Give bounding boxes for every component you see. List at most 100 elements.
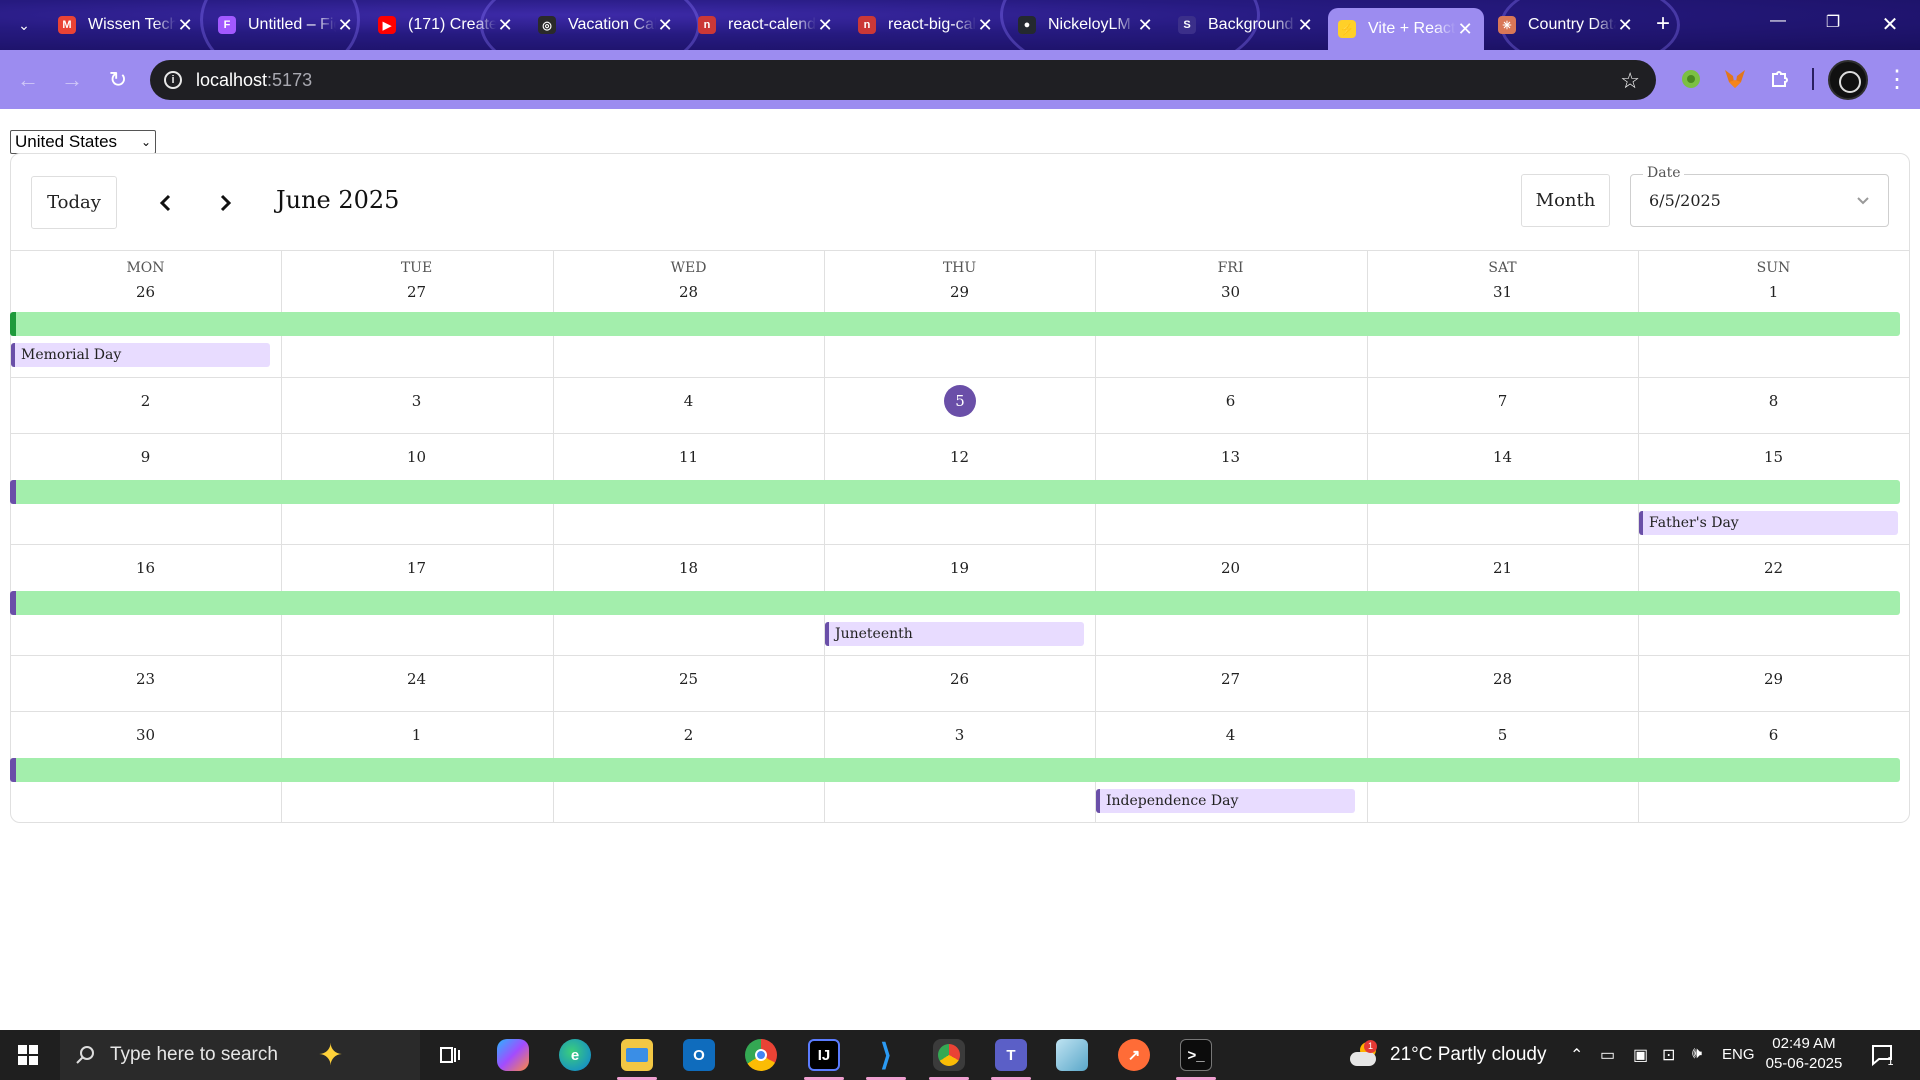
chrome-profile-icon[interactable] [933, 1039, 965, 1071]
day-number[interactable]: 2 [553, 726, 824, 744]
day-number[interactable]: 28 [553, 283, 824, 301]
minimize-window-button[interactable]: — [1763, 12, 1793, 30]
close-window-button[interactable]: ✕ [1875, 12, 1905, 37]
holiday-event[interactable]: Independence Day [1096, 789, 1355, 813]
taskbar-clock[interactable]: 02:49 AM 05-06-2025 [1764, 1034, 1844, 1074]
day-number[interactable]: 2 [10, 392, 281, 410]
day-number[interactable]: 18 [553, 559, 824, 577]
day-number[interactable]: 3 [281, 392, 552, 410]
day-number[interactable]: 15 [1638, 448, 1909, 466]
day-number[interactable]: 24 [281, 670, 552, 688]
day-number[interactable]: 20 [1095, 559, 1366, 577]
browser-tab[interactable]: S Background ✕ [1168, 8, 1324, 42]
day-number[interactable]: 23 [10, 670, 281, 688]
copilot-app-icon[interactable] [497, 1039, 529, 1071]
notification-center-icon[interactable]: 1 [1870, 1043, 1896, 1068]
browser-tab[interactable]: ✳ Country Data ✕ [1488, 8, 1644, 42]
tab-search-chevron-icon[interactable]: ⌄ [10, 12, 38, 38]
metamask-fox-icon[interactable] [1721, 65, 1749, 93]
weather-widget[interactable]: 1 21°C Partly cloudy [1350, 1040, 1547, 1070]
browser-tab[interactable]: n react-big-calendar✕ [848, 8, 1004, 42]
day-number[interactable]: 17 [281, 559, 552, 577]
vacation-range-bar[interactable] [10, 312, 1900, 336]
volume-icon[interactable]: 🕪 [1692, 1045, 1702, 1063]
show-hidden-icons-chevron-icon[interactable]: ⌃ [1570, 1045, 1583, 1065]
terminal-icon[interactable]: >_ [1180, 1039, 1212, 1071]
day-number[interactable]: 29 [1638, 670, 1909, 688]
address-bar[interactable]: i localhost:5173 ☆ [150, 60, 1656, 100]
browser-tab[interactable]: ▶ (171) Create YouTube✕ [368, 8, 524, 42]
close-tab-icon[interactable]: ✕ [1296, 16, 1314, 34]
previous-month-button[interactable] [154, 191, 178, 215]
taskbar-search-box[interactable]: Type here to search ✦ [60, 1030, 420, 1080]
reload-icon[interactable]: ↻ [102, 64, 134, 96]
chrome-icon[interactable] [745, 1039, 777, 1071]
day-number[interactable]: 7 [1367, 392, 1638, 410]
teams-icon[interactable]: T [995, 1039, 1027, 1071]
day-number[interactable]: 4 [553, 392, 824, 410]
day-number[interactable]: 16 [10, 559, 281, 577]
back-arrow-icon[interactable]: ← [12, 64, 44, 96]
profile-avatar[interactable] [1828, 60, 1868, 100]
day-number[interactable]: 5 [1367, 726, 1638, 744]
browser-tab[interactable]: ◎ Vacation Calendar✕ [528, 8, 684, 42]
day-number[interactable]: 8 [1638, 392, 1909, 410]
browser-menu-icon[interactable]: ⋮ [1885, 62, 1909, 98]
today-date-marker[interactable]: 5 [944, 385, 976, 417]
day-number[interactable]: 9 [10, 448, 281, 466]
day-number[interactable]: 13 [1095, 448, 1366, 466]
day-number[interactable]: 27 [1095, 670, 1366, 688]
day-number[interactable]: 19 [824, 559, 1095, 577]
outlook-icon[interactable]: O [683, 1039, 715, 1071]
close-tab-icon[interactable]: ✕ [1136, 16, 1154, 34]
day-number[interactable]: 26 [824, 670, 1095, 688]
close-tab-icon[interactable]: ✕ [176, 16, 194, 34]
day-number[interactable]: 6 [1638, 726, 1909, 744]
vscode-icon[interactable]: ⟩ [870, 1039, 902, 1072]
forward-arrow-icon[interactable]: → [56, 64, 88, 96]
day-number[interactable]: 10 [281, 448, 552, 466]
day-number[interactable]: 30 [10, 726, 281, 744]
site-info-icon[interactable]: i [164, 71, 182, 89]
vacation-range-bar[interactable] [10, 758, 1900, 782]
browser-tab[interactable]: F Untitled – Figma✕ [208, 8, 364, 42]
day-number[interactable]: 28 [1367, 670, 1638, 688]
language-indicator[interactable]: ENG [1722, 1046, 1755, 1063]
task-view-icon[interactable] [434, 1039, 466, 1071]
day-number[interactable]: 4 [1095, 726, 1366, 744]
bookmark-star-icon[interactable]: ☆ [1620, 68, 1640, 94]
date-picker-field[interactable]: Date 6/5/2025 [1630, 165, 1889, 227]
battery-icon[interactable]: ▭ [1600, 1045, 1615, 1065]
chevron-down-icon[interactable] [1854, 191, 1872, 209]
country-select[interactable]: United States ⌄ [10, 130, 156, 154]
intellij-icon[interactable]: IJ [808, 1039, 840, 1071]
day-number[interactable]: 11 [553, 448, 824, 466]
close-tab-icon[interactable]: ✕ [656, 16, 674, 34]
app-icon[interactable] [1056, 1039, 1088, 1071]
new-tab-button[interactable]: + [1650, 12, 1676, 38]
browser-tab[interactable]: ⚡ Vite + React ✕ [1328, 8, 1484, 50]
day-number[interactable]: 29 [824, 283, 1095, 301]
day-number[interactable]: 25 [553, 670, 824, 688]
vacation-range-bar[interactable] [10, 591, 1900, 615]
vacation-range-bar[interactable] [10, 480, 1900, 504]
holiday-event[interactable]: Memorial Day [11, 343, 270, 367]
extension-green-icon[interactable] [1677, 65, 1705, 93]
edge-browser-icon[interactable]: e [559, 1039, 591, 1071]
day-number[interactable]: 21 [1367, 559, 1638, 577]
browser-tab[interactable]: ● NickeloyLM ✕ [1008, 8, 1164, 42]
network-icon[interactable]: ⊡ [1662, 1045, 1675, 1065]
next-month-button[interactable] [213, 191, 237, 215]
close-tab-icon[interactable]: ✕ [336, 16, 354, 34]
close-tab-icon[interactable]: ✕ [976, 16, 994, 34]
browser-tab[interactable]: n react-calendar✕ [688, 8, 844, 42]
holiday-event[interactable]: Father's Day [1639, 511, 1898, 535]
browser-tab[interactable]: M Wissen Technology✕ [48, 8, 204, 42]
extensions-puzzle-icon[interactable] [1766, 65, 1794, 93]
close-tab-icon[interactable]: ✕ [496, 16, 514, 34]
day-number[interactable]: 6 [1095, 392, 1366, 410]
today-button[interactable]: Today [31, 176, 117, 229]
day-number[interactable]: 22 [1638, 559, 1909, 577]
view-month-button[interactable]: Month [1521, 174, 1610, 227]
holiday-event[interactable]: Juneteenth [825, 622, 1084, 646]
